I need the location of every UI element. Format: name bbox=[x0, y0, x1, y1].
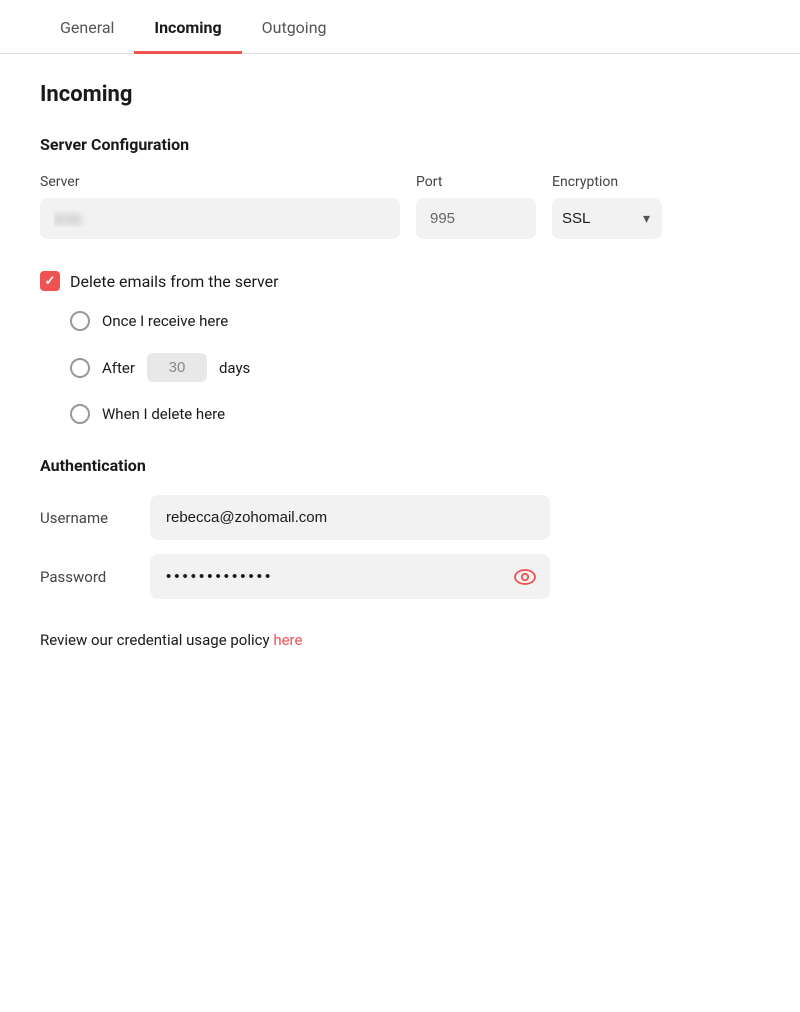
radio-once-label: Once I receive here bbox=[102, 312, 228, 330]
port-col-label: Port bbox=[416, 174, 536, 190]
encryption-select[interactable]: SSL TLS None bbox=[552, 198, 662, 239]
tab-general[interactable]: General bbox=[40, 0, 134, 54]
radio-options: Once I receive here After days When I de… bbox=[40, 311, 760, 424]
encryption-select-wrapper: SSL TLS None bbox=[552, 198, 662, 239]
server-config-heading: Server Configuration bbox=[40, 135, 760, 154]
authentication-section: Authentication Username Password bbox=[40, 456, 760, 599]
username-input[interactable] bbox=[150, 495, 550, 540]
radio-once-row: Once I receive here bbox=[70, 311, 760, 331]
tabs-bar: General Incoming Outgoing bbox=[0, 0, 800, 54]
delete-emails-checkbox-row: ✓ Delete emails from the server bbox=[40, 271, 760, 291]
days-suffix-label: days bbox=[219, 359, 250, 377]
password-label: Password bbox=[40, 568, 150, 586]
auth-heading: Authentication bbox=[40, 456, 760, 475]
encryption-dropdown-wrapper: SSL TLS None bbox=[552, 198, 662, 239]
credential-policy-text: Review our credential usage policy here bbox=[40, 631, 760, 649]
username-label: Username bbox=[40, 509, 150, 527]
radio-when-label: When I delete here bbox=[102, 405, 225, 423]
radio-when-row: When I delete here bbox=[70, 404, 760, 424]
password-input-wrapper bbox=[150, 554, 550, 599]
radio-once[interactable] bbox=[70, 311, 90, 331]
password-row: Password bbox=[40, 554, 760, 599]
radio-when[interactable] bbox=[70, 404, 90, 424]
main-content: Incoming Server Configuration Server Por… bbox=[0, 54, 800, 689]
radio-after-label: After bbox=[102, 359, 135, 377]
credential-policy-link[interactable]: here bbox=[273, 631, 302, 649]
page-title: Incoming bbox=[40, 82, 760, 107]
server-input-wrapper bbox=[40, 198, 400, 239]
server-config-inputs: SSL TLS None bbox=[40, 198, 760, 239]
server-config-labels: Server Port Encryption bbox=[40, 174, 760, 190]
port-input-wrapper bbox=[416, 198, 536, 239]
checkmark-icon: ✓ bbox=[45, 274, 56, 289]
days-input[interactable] bbox=[147, 353, 207, 382]
password-input[interactable] bbox=[150, 554, 550, 599]
username-row: Username bbox=[40, 495, 760, 540]
delete-emails-checkbox[interactable]: ✓ bbox=[40, 271, 60, 291]
radio-after-row: After days bbox=[70, 353, 760, 382]
port-input[interactable] bbox=[416, 198, 536, 239]
radio-after[interactable] bbox=[70, 358, 90, 378]
tab-incoming[interactable]: Incoming bbox=[134, 0, 241, 54]
server-input[interactable] bbox=[40, 198, 400, 239]
tab-outgoing[interactable]: Outgoing bbox=[242, 0, 347, 54]
delete-emails-section: ✓ Delete emails from the server Once I r… bbox=[40, 271, 760, 424]
encryption-col-label: Encryption bbox=[552, 174, 662, 190]
credential-policy-label: Review our credential usage policy bbox=[40, 631, 270, 649]
delete-emails-label: Delete emails from the server bbox=[70, 272, 279, 291]
server-col-label: Server bbox=[40, 174, 400, 190]
toggle-password-icon[interactable] bbox=[514, 569, 536, 585]
